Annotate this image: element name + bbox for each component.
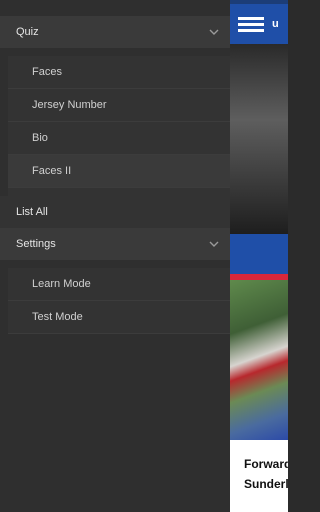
banner-band — [230, 234, 288, 280]
quiz-group-header[interactable]: Quiz — [0, 16, 230, 48]
drawer-item-label: Faces II — [32, 165, 72, 177]
spacer — [8, 188, 230, 196]
news-photo[interactable] — [230, 280, 288, 440]
drawer-item-label: Bio — [32, 132, 48, 144]
headline-line-1: Forward — [244, 457, 288, 471]
navigation-drawer: Quiz Faces Jersey Number Bio Faces II Li… — [0, 0, 230, 512]
quiz-label: Quiz — [16, 26, 39, 38]
app-bar: u — [230, 4, 288, 44]
drawer-item-label: Jersey Number — [32, 99, 107, 111]
drawer-item-bio[interactable]: Bio — [8, 122, 230, 155]
chevron-down-icon — [208, 26, 220, 38]
chevron-down-icon — [208, 238, 220, 250]
drawer-item-label: List All — [16, 206, 48, 218]
hamburger-menu-icon[interactable] — [238, 16, 264, 32]
drawer-item-test-mode[interactable]: Test Mode — [8, 301, 230, 334]
drawer-item-faces-ii[interactable]: Faces II — [8, 155, 230, 188]
drawer-item-learn-mode[interactable]: Learn Mode — [8, 268, 230, 301]
drawer-item-label: Test Mode — [32, 311, 83, 323]
main-content: u Forward Sunderl — [230, 0, 288, 512]
status-bar — [0, 0, 230, 16]
hero-image — [230, 44, 288, 234]
app-title: u — [272, 18, 279, 30]
drawer-item-label: Faces — [32, 66, 62, 78]
headline-line-2: Sunderl — [244, 477, 288, 491]
drawer-item-list-all[interactable]: List All — [0, 196, 230, 228]
spacer — [0, 260, 230, 268]
settings-group-header[interactable]: Settings — [0, 228, 230, 260]
news-headline[interactable]: Forward Sunderl — [230, 440, 288, 494]
drawer-item-jersey-number[interactable]: Jersey Number — [8, 89, 230, 122]
drawer-item-faces[interactable]: Faces — [8, 56, 230, 89]
spacer — [0, 48, 230, 56]
drawer-item-label: Learn Mode — [32, 278, 91, 290]
settings-label: Settings — [16, 238, 56, 250]
